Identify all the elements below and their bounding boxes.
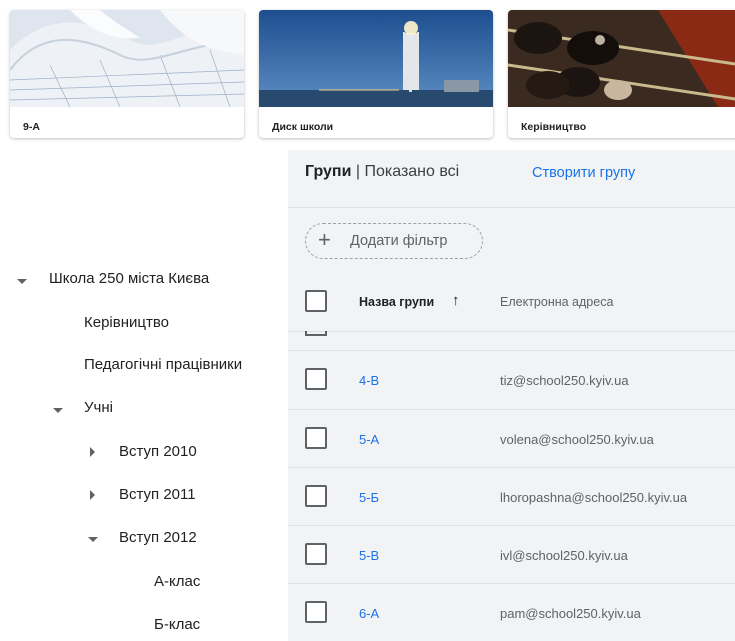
checkbox-partial — [305, 331, 327, 336]
groups-subtitle: Показано всі — [364, 163, 460, 180]
table-row[interactable]: 6-А pam@school250.kyiv.ua — [288, 584, 735, 641]
tree-item-2011[interactable]: Вступ 2011 — [119, 486, 196, 503]
tree-item-class-a[interactable]: А-клас — [154, 573, 200, 590]
caret-down-icon[interactable] — [88, 537, 98, 542]
table-row[interactable]: 4-В tiz@school250.kyiv.ua — [288, 351, 735, 409]
card-image-abacus — [508, 10, 735, 107]
column-header-name[interactable]: Назва групи — [359, 295, 434, 309]
group-email: lhoropashna@school250.kyiv.ua — [500, 490, 688, 505]
divider — [288, 207, 735, 208]
row-checkbox[interactable] — [305, 485, 327, 507]
caret-right-icon[interactable] — [90, 490, 95, 500]
add-filter-button[interactable]: + Додати фільтр — [305, 223, 483, 259]
add-filter-label: Додати фільтр — [350, 233, 448, 249]
tree-item-2012[interactable]: Вступ 2012 — [119, 529, 197, 546]
caret-down-icon[interactable] — [17, 279, 27, 284]
group-email: ivl@school250.kyiv.ua — [500, 548, 628, 563]
card-image-lighthouse — [259, 10, 493, 107]
group-name-link[interactable]: 6-А — [359, 606, 379, 621]
group-email: volena@school250.kyiv.ua — [500, 432, 654, 447]
tree-item-students[interactable]: Учні — [84, 399, 113, 416]
card-9a[interactable]: 9-А — [10, 10, 244, 138]
table-row[interactable]: 5-А volena@school250.kyiv.ua — [288, 410, 735, 468]
row-checkbox[interactable] — [305, 543, 327, 565]
tree-item-management[interactable]: Керівництво — [84, 314, 169, 331]
tree-item-teachers[interactable]: Педагогічні працівники — [84, 356, 242, 373]
tree-item-2010[interactable]: Вступ 2010 — [119, 443, 197, 460]
table-row[interactable]: 5-Б lhoropashna@school250.kyiv.ua — [288, 468, 735, 526]
group-email: pam@school250.kyiv.ua — [500, 606, 641, 621]
card-disk[interactable]: Диск школи — [259, 10, 493, 138]
card-label: Керівництво — [521, 121, 587, 133]
arrow-up-icon[interactable]: ↑ — [452, 292, 460, 309]
group-name-link[interactable]: 5-А — [359, 432, 379, 447]
caret-down-icon[interactable] — [53, 408, 63, 413]
plus-icon: + — [318, 227, 331, 252]
table-row[interactable]: 5-В ivl@school250.kyiv.ua — [288, 526, 735, 584]
group-name-link[interactable]: 4-В — [359, 373, 379, 388]
caret-right-icon[interactable] — [90, 447, 95, 457]
select-all-checkbox[interactable] — [305, 290, 327, 312]
title-divider: | — [351, 163, 365, 180]
group-name-link[interactable]: 5-В — [359, 548, 379, 563]
groups-header: Групи | Показано всі — [305, 163, 459, 181]
row-checkbox[interactable] — [305, 427, 327, 449]
row-checkbox[interactable] — [305, 368, 327, 390]
card-image-blueprint — [10, 10, 244, 107]
tree-item-class-b[interactable]: Б-клас — [154, 616, 200, 633]
card-label: Диск школи — [272, 121, 334, 133]
tree-item-school[interactable]: Школа 250 міста Києва — [49, 270, 209, 287]
group-name-link[interactable]: 5-Б — [359, 490, 379, 505]
divider — [288, 331, 735, 332]
group-email: tiz@school250.kyiv.ua — [500, 373, 629, 388]
card-management[interactable]: Керівництво — [508, 10, 735, 138]
create-group-button[interactable]: Створити групу — [532, 165, 635, 181]
column-header-email[interactable]: Електронна адреса — [500, 295, 613, 309]
card-label: 9-А — [23, 121, 40, 133]
row-checkbox[interactable] — [305, 601, 327, 623]
groups-title: Групи — [305, 163, 352, 180]
